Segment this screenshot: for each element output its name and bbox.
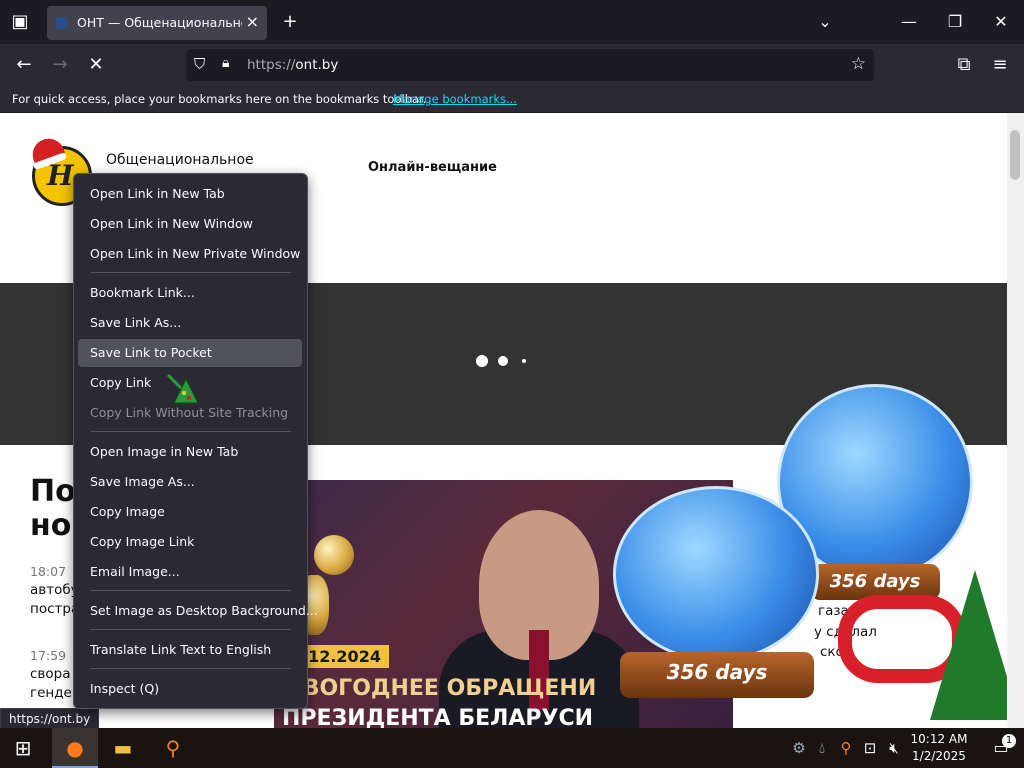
news-time: 18:07 <box>30 564 67 579</box>
menu-separator <box>90 431 291 432</box>
globe-counter-label: 356 days <box>620 652 814 698</box>
slider-dot[interactable] <box>522 359 526 363</box>
ornament-ball-icon <box>314 535 354 575</box>
firefox-taskbar-icon[interactable]: ● <box>52 728 98 768</box>
menu-separator <box>90 590 291 591</box>
maximize-button[interactable]: ❐ <box>932 0 978 44</box>
christmas-tree-cursor-icon <box>166 373 199 404</box>
notification-center-icon[interactable]: ▭ 1 <box>978 728 1024 768</box>
app-menu-icon[interactable]: ≡ <box>984 49 1016 81</box>
menu-separator <box>90 629 291 630</box>
banner-title: ОВОГОДНЕЕ ОБРАЩЕНИ <box>284 676 597 701</box>
clock-time: 10:12 AM <box>910 732 968 746</box>
menu-item-open-link-private-window[interactable]: Open Link in New Private Window <box>78 240 302 268</box>
url-bar[interactable]: ⛉ 🔒︎ https://ont.by ☆ <box>186 49 874 81</box>
forward-button[interactable]: → <box>44 49 76 81</box>
taskbar-clock[interactable]: 10:12 AM 1/2/2025 <box>906 731 972 765</box>
menu-item-set-desktop-background[interactable]: Set Image as Desktop Background... <box>78 597 318 625</box>
url-text[interactable]: https://ont.by <box>247 57 338 73</box>
network-app-tray-icon[interactable]: ⚙ <box>786 728 812 768</box>
menu-item-open-image-new-tab[interactable]: Open Image in New Tab <box>78 438 302 466</box>
notification-badge: 1 <box>1002 734 1016 748</box>
slider-dot[interactable] <box>498 356 508 366</box>
menu-item-translate-link-text[interactable]: Translate Link Text to English <box>78 636 302 664</box>
menu-item-open-link-new-window[interactable]: Open Link in New Window <box>78 210 302 238</box>
menu-separator <box>90 272 291 273</box>
context-menu: Open Link in New Tab Open Link in New Wi… <box>73 173 318 709</box>
close-window-button[interactable]: ✕ <box>978 0 1024 44</box>
tracking-protection-shield-icon[interactable]: ⛉ <box>194 55 205 73</box>
site-name[interactable]: Общенациональное <box>106 152 254 168</box>
minimize-button[interactable]: — <box>886 0 932 44</box>
network-icon[interactable]: ⊡ <box>858 728 882 768</box>
browser-tab[interactable]: ОНТ — Общенациональное т × <box>47 6 267 40</box>
tab-list-icon[interactable]: ▣ <box>4 6 36 38</box>
menu-item-bookmark-link[interactable]: Bookmark Link... <box>78 279 302 307</box>
bookmarks-hint-text: For quick access, place your bookmarks h… <box>12 92 427 106</box>
menu-item-copy-image-link[interactable]: Copy Image Link <box>78 528 302 556</box>
link-status-url: https://ont.by <box>0 708 100 730</box>
menu-item-copy-image[interactable]: Copy Image <box>78 498 302 526</box>
stop-loading-button[interactable]: ✕ <box>80 49 112 81</box>
page-scrollbar[interactable] <box>1007 113 1024 728</box>
new-tab-button[interactable]: + <box>274 6 306 38</box>
url-host: ont.by <box>295 57 339 73</box>
back-button[interactable]: ← <box>8 49 40 81</box>
banner-subtitle: ПРЕЗИДЕНТА БЕЛАРУСИ <box>282 706 594 728</box>
file-explorer-icon[interactable]: ▬ <box>100 728 146 768</box>
volume-muted-icon[interactable]: 🔇︎ <box>882 728 906 768</box>
scrollbar-thumb[interactable] <box>1010 130 1020 180</box>
snow-globe-small <box>613 486 819 662</box>
slider-dot-active[interactable] <box>476 355 488 367</box>
menu-item-save-image-as[interactable]: Save Image As... <box>78 468 302 496</box>
tab-overflow-chevron-icon[interactable]: ⌄ <box>802 0 848 44</box>
search-tray-icon[interactable]: ⚲ <box>834 728 858 768</box>
url-scheme: https:// <box>247 57 296 73</box>
menu-item-save-link-as[interactable]: Save Link As... <box>78 309 302 337</box>
menu-separator <box>90 668 291 669</box>
manage-bookmarks-link[interactable]: Manage bookmarks... <box>393 92 517 106</box>
menu-item-save-link-to-pocket[interactable]: Save Link to Pocket <box>78 339 302 367</box>
menu-item-inspect[interactable]: Inspect (Q) <box>78 675 302 703</box>
news-text: автобу <box>30 582 79 598</box>
bookmark-star-icon[interactable]: ☆ <box>851 54 866 74</box>
news-text: постра <box>30 601 80 617</box>
nav-online-broadcast[interactable]: Онлайн-вещание <box>368 160 497 175</box>
menu-item-email-image[interactable]: Email Image... <box>78 558 302 586</box>
menu-item-open-link-new-tab[interactable]: Open Link in New Tab <box>78 180 302 208</box>
tab-favicon-icon <box>56 17 68 29</box>
windows-start-icon[interactable]: ⊞ <box>0 728 46 768</box>
tab-title: ОНТ — Общенациональное т <box>77 15 242 30</box>
banner-date: .12.2024 <box>294 645 389 668</box>
droplet-tray-icon[interactable]: 💧︎ <box>810 728 834 768</box>
close-tab-icon[interactable]: × <box>246 12 259 31</box>
search-app-icon[interactable]: ⚲ <box>150 728 196 768</box>
news-item[interactable]: 18:07 автобу постра <box>30 564 79 617</box>
bookmarks-toolbar: For quick access, place your bookmarks h… <box>0 86 1024 112</box>
lock-icon[interactable]: 🔒︎ <box>222 55 229 71</box>
extensions-icon[interactable]: ⧉ <box>948 49 980 81</box>
clock-date: 1/2/2025 <box>912 749 966 763</box>
logo-letter: Н <box>47 159 74 192</box>
